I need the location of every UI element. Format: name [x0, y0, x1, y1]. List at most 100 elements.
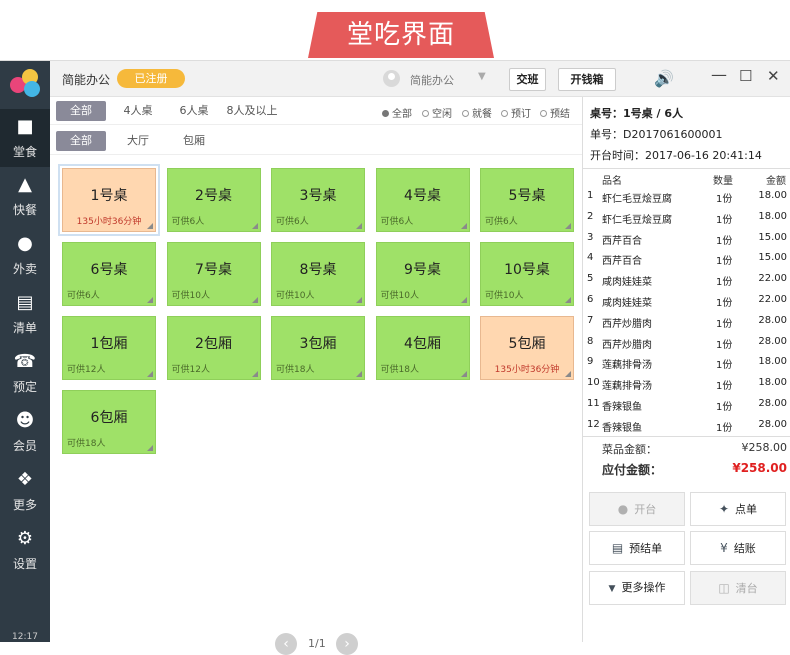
table-name: 9号桌 [404, 262, 441, 278]
trash-icon: ◫ [718, 581, 730, 595]
filter-capacity-all[interactable]: 全部 [56, 101, 106, 121]
table-info: 可供12人 [171, 365, 210, 375]
caret-down-icon: ▼ [608, 584, 616, 594]
table-card[interactable]: 1包厢 可供12人 [62, 316, 156, 380]
table-card[interactable]: 8号桌 可供10人 [271, 242, 365, 306]
user-name[interactable]: 简能办公 [410, 72, 454, 88]
table-card[interactable]: 4号桌 可供6人 [375, 168, 470, 232]
open-table-button[interactable]: ● 开台 [589, 492, 685, 526]
item-qty: 1份 [716, 235, 733, 247]
settings-icon: ⚙ [16, 528, 34, 549]
close-icon[interactable]: ✕ [767, 67, 780, 85]
table-card[interactable]: 3号桌 可供6人 [271, 168, 365, 232]
table-card[interactable]: 1号桌 135小时36分钟 [58, 164, 160, 236]
sidebar-item-label: 清单 [12, 321, 37, 335]
sidebar-item-member[interactable]: ☻ 会员 [0, 403, 50, 461]
order-panel: 桌号：1号桌 / 6人 单号：D2017061600001 开台时间：2017-… [582, 97, 790, 642]
sidebar-item-dine-in[interactable]: ■ 堂食 [0, 109, 50, 167]
speaker-icon[interactable]: 🔊 [654, 69, 674, 88]
table-card[interactable]: 2包厢 可供12人 [166, 316, 261, 380]
item-amount: 18.00 [758, 356, 787, 368]
status-filter-prebill[interactable]: 预结 [540, 105, 570, 120]
table-card[interactable]: 7号桌 可供10人 [166, 242, 261, 306]
prebill-button[interactable]: ▤ 预结单 [589, 531, 685, 565]
filter-area-room[interactable]: 包厢 [174, 131, 214, 151]
table-card[interactable]: 5号桌 可供6人 [480, 168, 574, 232]
checkout-button[interactable]: ¥ 结账 [690, 531, 786, 565]
sidebar: ■ 堂食 ▲ 快餐 ● 外卖 ▤ 清单 ☎ 预定 ☻ 会员 ❖ 更多 ⚙ 设置 [0, 61, 50, 642]
table-card[interactable]: 9号桌 可供10人 [375, 242, 470, 306]
status-filter-dining[interactable]: 就餐 [462, 105, 492, 120]
table-name: 4包厢 [404, 336, 441, 352]
more-actions-button[interactable]: ▼ 更多操作 [589, 571, 685, 605]
item-no: 11 [587, 398, 600, 409]
status-filter-reserved[interactable]: 预订 [501, 105, 531, 120]
delivery-icon: ● [17, 233, 33, 254]
table-card[interactable]: 10号桌 可供10人 [480, 242, 574, 306]
table-name: 2号桌 [195, 188, 232, 204]
item-amount: 18.00 [758, 210, 787, 222]
button-label: 开台 [634, 503, 657, 516]
status-label: 预结 [550, 109, 570, 120]
status-filter-idle[interactable]: 空闲 [422, 105, 452, 120]
table-card[interactable]: 6号桌 可供6人 [62, 242, 156, 306]
order-item-row[interactable]: 8 西芹炒腊肉 1份 28.00 [583, 332, 790, 353]
table-card[interactable]: 2号桌 可供6人 [166, 168, 261, 232]
item-amount: 28.00 [758, 398, 787, 409]
table-card[interactable]: 3包厢 可供18人 [271, 316, 365, 380]
status-label: 预订 [511, 109, 531, 120]
order-item-row[interactable]: 2 虾仁毛豆烩豆腐 1份 18.00 [583, 207, 790, 228]
table-info: 可供18人 [380, 365, 419, 375]
table-info: 可供10人 [171, 291, 210, 301]
filter-capacity-8plus[interactable]: 8人及以上 [224, 101, 280, 121]
filter-capacity-4[interactable]: 4人桌 [118, 101, 158, 121]
maximize-icon[interactable]: ☐ [739, 67, 752, 85]
table-card[interactable]: 5包厢 135小时36分钟 [480, 316, 574, 380]
chevron-down-icon[interactable]: ▼ [478, 71, 486, 82]
table-card[interactable]: 6包厢 可供18人 [62, 390, 156, 454]
member-icon: ☻ [15, 410, 35, 431]
status-filter-all[interactable]: 全部 [382, 105, 412, 120]
page-title-banner: 堂吃界面 [308, 12, 494, 58]
item-qty: 1份 [716, 214, 733, 226]
filter-capacity-6[interactable]: 6人桌 [174, 101, 214, 121]
order-item-row[interactable]: 11 香辣银鱼 1份 28.00 [583, 394, 790, 415]
order-item-row[interactable]: 12 香辣银鱼 1份 28.00 [583, 415, 790, 436]
filter-area-all[interactable]: 全部 [56, 131, 106, 151]
sidebar-item-reserve[interactable]: ☎ 预定 [0, 344, 50, 402]
item-name: 香辣银鱼 [602, 402, 642, 413]
order-item-row[interactable]: 10 莲藕排骨汤 1份 18.00 [583, 373, 790, 394]
item-qty: 1份 [716, 422, 733, 434]
order-item-row[interactable]: 6 咸肉娃娃菜 1份 22.00 [583, 290, 790, 311]
avatar[interactable] [383, 70, 400, 87]
item-no: 10 [587, 377, 600, 389]
order-item-row[interactable]: 4 西芹百合 1份 15.00 [583, 248, 790, 269]
order-item-row[interactable]: 1 虾仁毛豆烩豆腐 1份 18.00 [583, 186, 790, 207]
area-filter: 全部 大厅 包厢 [50, 127, 582, 155]
order-item-row[interactable]: 3 西芹百合 1份 15.00 [583, 228, 790, 249]
minimize-icon[interactable]: — [711, 65, 727, 84]
item-name: 莲藕排骨汤 [602, 360, 652, 372]
item-amount: 22.00 [758, 273, 787, 285]
order-item-row[interactable]: 7 西芹炒腊肉 1份 28.00 [583, 311, 790, 332]
corner-arrow-icon [356, 297, 362, 303]
table-name: 5包厢 [508, 336, 546, 352]
sidebar-item-fastfood[interactable]: ▲ 快餐 [0, 167, 50, 225]
order-item-row[interactable]: 5 咸肉娃娃菜 1份 22.00 [583, 269, 790, 290]
sidebar-item-list[interactable]: ▤ 清单 [0, 285, 50, 343]
item-name: 咸肉娃娃菜 [602, 298, 652, 309]
sidebar-item-label: 更多 [12, 498, 37, 512]
banner-area: 堂吃界面 [0, 0, 790, 60]
filter-area-hall[interactable]: 大厅 [118, 131, 158, 151]
clear-table-button[interactable]: ◫ 清台 [690, 571, 786, 605]
prev-page-button[interactable]: ‹ [275, 633, 297, 655]
table-card[interactable]: 4包厢可供18人 [375, 316, 470, 380]
sidebar-item-delivery[interactable]: ● 外卖 [0, 226, 50, 284]
sidebar-item-settings[interactable]: ⚙ 设置 [0, 521, 50, 579]
sidebar-item-more[interactable]: ❖ 更多 [0, 462, 50, 520]
order-dishes-button[interactable]: ✦ 点单 [690, 492, 786, 526]
open-cashbox-button[interactable]: 开钱箱 [558, 68, 616, 91]
order-item-row[interactable]: 9 莲藕排骨汤 1份 18.00 [583, 352, 790, 373]
handover-button[interactable]: 交班 [509, 68, 546, 91]
next-page-button[interactable]: › [336, 633, 358, 655]
